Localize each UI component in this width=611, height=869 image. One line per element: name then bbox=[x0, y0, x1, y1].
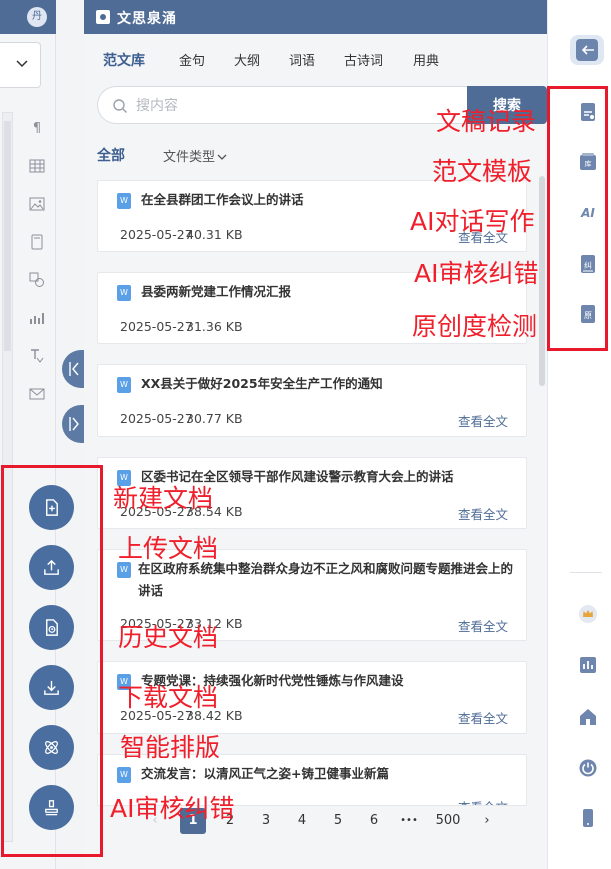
annotation-label: 文稿记录 bbox=[436, 107, 537, 136]
tab-golden-sentences[interactable]: 金句 bbox=[179, 50, 205, 69]
page-6[interactable]: 6 bbox=[361, 808, 387, 834]
app-root: 丹 ¶ 文思泉涌 范文库 金句 大纲 词语 古诗词 用典 搜内容 搜索 全部 文… bbox=[0, 0, 611, 869]
next-page-icon[interactable]: › bbox=[474, 808, 500, 834]
annotation-label: 上传文档 bbox=[118, 534, 219, 563]
style-dropdown[interactable] bbox=[0, 42, 41, 88]
expand-right-handle[interactable] bbox=[62, 405, 84, 443]
app-logo-icon bbox=[96, 10, 110, 24]
tab-essay-library[interactable]: 范文库 bbox=[103, 50, 145, 70]
list-scrollbar[interactable] bbox=[539, 176, 545, 386]
annotation-label: 下载文档 bbox=[118, 683, 219, 712]
expand-right-icon bbox=[69, 417, 79, 431]
document-title[interactable]: 交流发言：以清风正气之姿+铸卫健事业新篇 bbox=[141, 763, 521, 785]
table-icon[interactable] bbox=[28, 158, 46, 176]
toolbar-divider bbox=[570, 572, 602, 573]
view-full-text-link[interactable]: 查看全文 bbox=[458, 504, 508, 523]
arrow-left-icon bbox=[581, 45, 594, 55]
annotation-label: AI对话写作 bbox=[410, 207, 535, 236]
shapes-icon[interactable] bbox=[28, 272, 46, 290]
document-size: 40.31 KB bbox=[186, 227, 243, 242]
editor-topbar: 丹 bbox=[0, 0, 56, 34]
panel-title: 文思泉涌 bbox=[117, 11, 177, 27]
word-file-icon: W bbox=[117, 193, 131, 209]
page-4[interactable]: 4 bbox=[289, 808, 315, 834]
collapse-left-handle[interactable] bbox=[62, 350, 84, 388]
word-file-icon: W bbox=[117, 285, 131, 301]
annotation-label: 历史文档 bbox=[118, 623, 219, 652]
page-5[interactable]: 5 bbox=[325, 808, 351, 834]
page-500[interactable]: 500 bbox=[431, 808, 465, 834]
annotation-label: AI审核纠错 bbox=[414, 259, 539, 288]
collapse-left-icon bbox=[69, 362, 79, 376]
avatar[interactable]: 丹 bbox=[27, 7, 47, 27]
document-date: 2025-05-27 bbox=[120, 227, 193, 242]
tab-outline[interactable]: 大纲 bbox=[234, 50, 260, 69]
document-card[interactable]: W XX县关于做好2025年安全生产工作的通知 2025-05-27 30.77… bbox=[97, 364, 527, 437]
search-input[interactable] bbox=[136, 95, 456, 117]
page-ellipsis[interactable]: ••• bbox=[396, 808, 422, 834]
paragraph-mark-icon[interactable]: ¶ bbox=[28, 120, 46, 138]
chevron-down-icon bbox=[16, 60, 28, 68]
power-icon[interactable] bbox=[578, 758, 598, 778]
filter-all[interactable]: 全部 bbox=[97, 145, 125, 165]
document-size: 30.77 KB bbox=[186, 411, 243, 426]
search-icon bbox=[113, 99, 127, 113]
annotation-label: 新建文档 bbox=[113, 484, 214, 513]
panel-header: 文思泉涌 bbox=[84, 0, 547, 34]
annotation-label: 智能排版 bbox=[120, 733, 221, 762]
search-box bbox=[97, 86, 467, 124]
image-icon[interactable] bbox=[28, 196, 46, 214]
document-title[interactable]: 在区政府系统集中整治群众身边不正之风和腐败问题专题推进会上的讲话 bbox=[138, 558, 523, 602]
word-file-icon: W bbox=[117, 377, 131, 393]
text-style-icon[interactable] bbox=[28, 348, 46, 366]
bar-chart-icon[interactable] bbox=[28, 310, 46, 328]
scrollbar-thumb[interactable] bbox=[4, 121, 11, 351]
view-full-text-link[interactable]: 查看全文 bbox=[458, 411, 508, 430]
word-file-icon: W bbox=[117, 562, 131, 578]
tab-allusions[interactable]: 用典 bbox=[413, 50, 439, 69]
view-full-text-link[interactable]: 查看全文 bbox=[458, 616, 508, 635]
chevron-down-icon bbox=[217, 154, 227, 160]
document-date: 2025-05-27 bbox=[120, 319, 193, 334]
tab-phrases[interactable]: 词语 bbox=[289, 50, 315, 69]
annotation-label: 范文模板 bbox=[432, 157, 533, 186]
document-size: 31.36 KB bbox=[186, 319, 243, 334]
view-full-text-link[interactable]: 查看全文 bbox=[458, 797, 508, 805]
document-date: 2025-05-27 bbox=[120, 411, 193, 426]
tab-ancient-poems[interactable]: 古诗词 bbox=[344, 50, 383, 69]
category-tabs: 范文库 金句 大纲 词语 古诗词 用典 bbox=[84, 44, 547, 76]
page-3[interactable]: 3 bbox=[253, 808, 279, 834]
collapse-sidebar-button[interactable] bbox=[570, 35, 604, 65]
annotation-label: 原创度检测 bbox=[412, 312, 538, 341]
view-full-text-link[interactable]: 查看全文 bbox=[458, 708, 508, 727]
home-icon[interactable] bbox=[578, 707, 598, 727]
crown-icon[interactable] bbox=[578, 604, 598, 624]
page-icon[interactable] bbox=[28, 234, 46, 252]
file-type-filter-label: 文件类型 bbox=[163, 150, 216, 165]
mail-icon[interactable] bbox=[28, 386, 46, 404]
document-title[interactable]: XX县关于做好2025年安全生产工作的通知 bbox=[141, 373, 521, 395]
mobile-icon[interactable] bbox=[578, 808, 598, 828]
word-file-icon: W bbox=[117, 767, 131, 783]
statistics-icon[interactable] bbox=[578, 655, 598, 675]
annotation-box-left bbox=[1, 465, 103, 857]
file-type-filter[interactable]: 文件类型 bbox=[163, 146, 227, 165]
annotation-box-right bbox=[547, 86, 608, 351]
annotation-label: AI审核纠错 bbox=[110, 794, 235, 823]
